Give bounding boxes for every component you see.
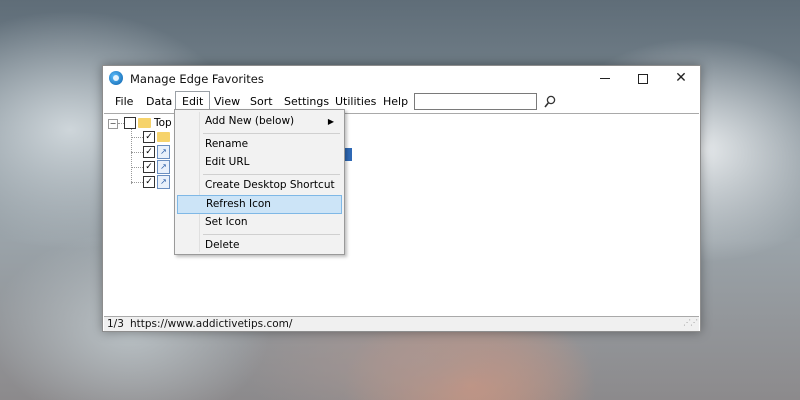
menu-item-add-new[interactable]: Add New (below) ▶: [177, 112, 342, 131]
minimize-icon: [600, 78, 610, 79]
app-logo-icon: [109, 71, 123, 85]
search-icon[interactable]: [544, 95, 556, 109]
maximize-icon: [638, 73, 648, 84]
menu-item-set-icon[interactable]: Set Icon: [177, 213, 342, 232]
favorite-link-icon: ↗: [157, 175, 170, 189]
menu-item-label: Add New (below): [205, 115, 295, 127]
close-icon: ✕: [675, 70, 687, 86]
menu-item-edit-url[interactable]: Edit URL: [177, 153, 342, 172]
status-item-count: 1/3: [107, 318, 124, 330]
resize-grip-icon[interactable]: ⋰⋰: [683, 316, 698, 330]
tree-item-checkbox[interactable]: ✓: [143, 146, 155, 158]
menu-item-refresh-icon[interactable]: Refresh Icon: [177, 195, 342, 214]
menu-data[interactable]: Data: [140, 91, 178, 113]
search-input[interactable]: [414, 93, 537, 110]
menu-separator: [203, 234, 340, 235]
favorite-link-icon: ↗: [157, 145, 170, 159]
status-url: https://www.addictivetips.com/: [130, 318, 293, 330]
tree-root-checkbox[interactable]: [124, 117, 136, 129]
menu-item-label: Edit URL: [205, 156, 250, 168]
tree-root-expander[interactable]: −: [108, 119, 118, 129]
close-button[interactable]: ✕: [662, 66, 700, 91]
window-title: Manage Edge Favorites: [130, 72, 264, 86]
menu-item-label: Set Icon: [205, 216, 248, 228]
menu-file[interactable]: File: [109, 91, 139, 113]
tree-connector: [131, 137, 143, 138]
menu-item-delete[interactable]: Delete: [177, 236, 342, 255]
menu-separator: [203, 133, 340, 134]
maximize-button[interactable]: [624, 66, 662, 91]
tree-item-checkbox[interactable]: ✓: [143, 176, 155, 188]
tree-item-checkbox[interactable]: ✓: [143, 131, 155, 143]
minimize-button[interactable]: [586, 66, 624, 91]
folder-icon: [138, 118, 151, 128]
menu-item-label: Delete: [205, 239, 240, 251]
favorite-link-icon: ↗: [157, 160, 170, 174]
menu-separator: [203, 174, 340, 175]
tree-connector: [131, 152, 143, 153]
tree-connector: [131, 182, 143, 183]
tree-root-label[interactable]: Top: [154, 117, 172, 129]
menu-item-label: Rename: [205, 138, 249, 150]
menu-item-rename[interactable]: Rename: [177, 135, 342, 154]
menu-item-label: Create Desktop Shortcut: [205, 179, 335, 191]
edit-menu-dropdown: Add New (below) ▶ Rename Edit URL Create…: [174, 109, 345, 255]
menu-help[interactable]: Help: [377, 91, 414, 113]
submenu-arrow-icon: ▶: [327, 117, 334, 126]
folder-icon: [157, 132, 170, 142]
tree-connector: [131, 167, 143, 168]
menu-item-create-desktop-shortcut[interactable]: Create Desktop Shortcut: [177, 176, 342, 195]
tree-item-checkbox[interactable]: ✓: [143, 161, 155, 173]
title-bar[interactable]: Manage Edge Favorites ✕: [103, 66, 700, 91]
menu-item-label: Refresh Icon: [206, 198, 271, 210]
status-bar: 1/3 https://www.addictivetips.com/ ⋰⋰: [104, 317, 699, 331]
